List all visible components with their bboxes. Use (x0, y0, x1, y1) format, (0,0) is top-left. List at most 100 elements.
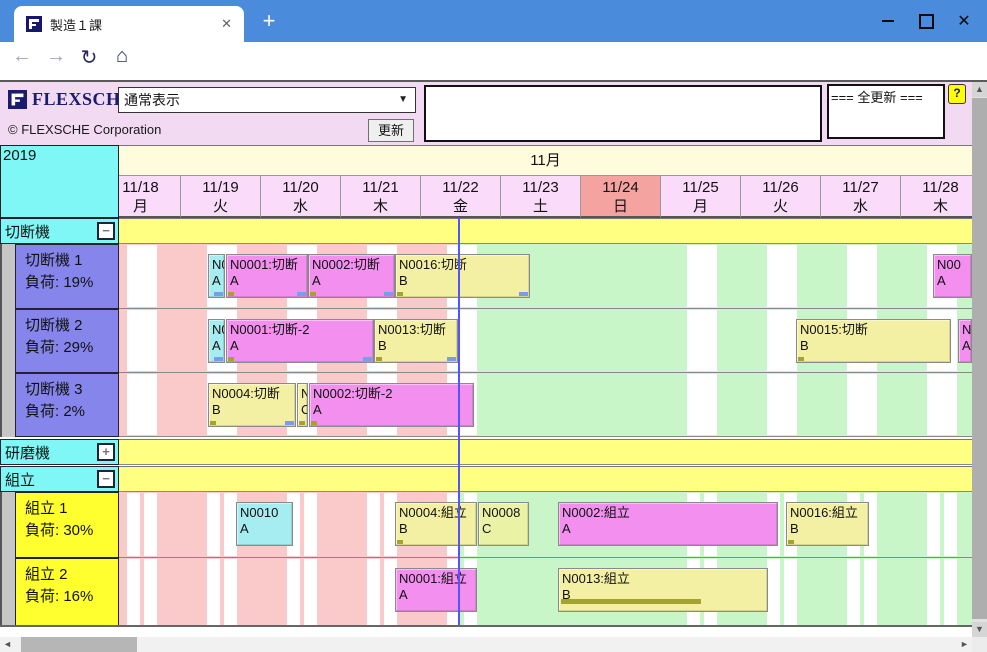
worktime-block (144, 493, 157, 556)
minimize-button[interactable] (869, 0, 907, 42)
full-update-option[interactable]: === 全更新 === (831, 90, 923, 105)
back-icon[interactable]: ← (10, 45, 34, 68)
worktime-block (767, 559, 780, 625)
gantt-bar[interactable]: N0001:組立A (395, 568, 477, 612)
gantt-bar[interactable]: NC (297, 383, 308, 427)
scroll-right-icon[interactable]: ► (957, 637, 972, 652)
bar-label-2: A (962, 338, 970, 354)
gantt-bar[interactable]: NA (958, 319, 972, 363)
help-button[interactable]: ? (948, 84, 966, 104)
gantt-bar[interactable]: N00A (933, 254, 972, 298)
day-header: 11/23土 (500, 176, 580, 218)
day-date: 11/25 (661, 178, 740, 197)
view-mode-value: 通常表示 (124, 92, 180, 108)
gantt-bar[interactable]: N0002:切断-2A (309, 383, 474, 427)
gantt-bar[interactable]: N0001:切断-2A (226, 319, 374, 363)
bar-label-2: B (399, 273, 528, 289)
gantt-bar[interactable]: N0016:組立B (786, 502, 869, 546)
vertical-scroll-thumb[interactable] (972, 98, 987, 619)
tab-close-icon[interactable]: ✕ (217, 14, 236, 34)
gantt-bar[interactable]: N0A (208, 254, 225, 298)
bar-label-2: A (312, 273, 393, 289)
resource-label: 切断機 2負荷: 29% (15, 309, 119, 373)
resource-label: 組立 2負荷: 16% (15, 558, 119, 627)
bar-label-2: A (240, 521, 291, 537)
bar-label-2: A (230, 338, 372, 354)
day-header: 11/21木 (340, 176, 420, 218)
bar-label-1: N0015:切断 (800, 322, 949, 338)
bar-anchor-tick (397, 540, 403, 544)
update-button[interactable]: 更新 (368, 119, 414, 142)
bar-label-1: N0013:組立 (562, 571, 766, 587)
update-list-panel[interactable]: === 全更新 === (827, 84, 945, 139)
maximize-icon (919, 14, 934, 29)
reload-icon[interactable]: ↻ (77, 45, 101, 70)
home-icon[interactable]: ⌂ (110, 45, 134, 68)
day-dow: 金 (421, 197, 500, 216)
expand-button[interactable]: + (97, 443, 115, 461)
gantt-bottom-border (0, 625, 972, 627)
horizontal-scrollbar[interactable]: ◄ ► (0, 637, 972, 652)
screen: 製造１課 ✕ + ✕ ← → ↻ ⌂ i ☆ FLEXSCHE (0, 0, 987, 652)
gantt-bar[interactable]: N0004:切断B (208, 383, 296, 427)
day-dow: 木 (341, 197, 420, 216)
collapse-button[interactable]: − (97, 222, 115, 240)
bar-anchor-tick (228, 292, 234, 296)
favicon (26, 16, 42, 32)
gantt-bar[interactable]: N0A (208, 319, 225, 363)
close-icon: ✕ (957, 11, 970, 31)
worktime-block (127, 493, 140, 556)
now-line (458, 218, 460, 627)
day-header: 11/28木 (900, 176, 972, 218)
vertical-scrollbar[interactable]: ▲ ▼ (972, 82, 987, 637)
bar-label-2: A (230, 273, 306, 289)
message-panel[interactable] (424, 85, 822, 142)
gantt-bar[interactable]: N0013:切断B (374, 319, 458, 363)
view-mode-select[interactable]: 通常表示 ▼ (118, 87, 416, 113)
maximize-button[interactable] (907, 0, 945, 42)
scroll-up-icon[interactable]: ▲ (972, 82, 987, 97)
worktime-block (687, 374, 717, 435)
bar-label-2: C (301, 402, 306, 418)
gantt-bar[interactable]: N0001:切断A (226, 254, 308, 298)
new-tab-button[interactable]: + (256, 8, 282, 34)
bar-label-2: A (212, 273, 223, 289)
bar-label-2: A (937, 273, 970, 289)
browser-titlebar: 製造１課 ✕ + ✕ (0, 0, 987, 42)
day-date: 11/22 (421, 178, 500, 197)
gantt-bar[interactable]: N0002:組立A (558, 502, 778, 546)
group-label-切断機: 切断機− (0, 218, 119, 244)
collapse-button[interactable]: − (97, 470, 115, 488)
resource-name: 切断機 2 (25, 315, 118, 337)
gantt-bar[interactable]: N0010A (236, 502, 293, 546)
gantt-bar[interactable]: N0004:組立B (395, 502, 477, 546)
day-date: 11/23 (501, 178, 580, 197)
browser-tab[interactable]: 製造１課 ✕ (14, 6, 244, 42)
bar-link-tick (285, 421, 294, 425)
close-button[interactable]: ✕ (945, 0, 983, 42)
day-dow: 水 (261, 197, 340, 216)
gantt-bar[interactable]: N0015:切断B (796, 319, 951, 363)
day-date: 11/20 (261, 178, 340, 197)
day-date: 11/27 (821, 178, 900, 197)
forward-icon[interactable]: → (44, 45, 68, 68)
bar-label-1: N0002:切断-2 (313, 386, 472, 402)
scroll-down-icon[interactable]: ▼ (972, 622, 987, 637)
gantt-bar[interactable]: N0002:切断A (308, 254, 395, 298)
day-dow: 月 (661, 197, 740, 216)
worktime-block (367, 493, 380, 556)
window-controls: ✕ (869, 0, 983, 42)
scroll-left-icon[interactable]: ◄ (0, 637, 15, 652)
day-header: 11/19火 (180, 176, 260, 218)
bar-label-1: N (301, 386, 306, 402)
gantt-bar[interactable]: N0013:組立B (558, 568, 768, 612)
day-date: 11/21 (341, 178, 420, 197)
gantt-bar[interactable]: N0008C (478, 502, 529, 546)
horizontal-scroll-thumb[interactable] (21, 637, 137, 652)
gantt-bar[interactable]: N0016:切断B (395, 254, 530, 298)
bar-label-2: C (482, 521, 527, 537)
bar-anchor-tick (210, 421, 216, 425)
worktime-block (847, 559, 860, 625)
chevron-down-icon: ▼ (398, 88, 408, 112)
bar-label-1: N0004:切断 (212, 386, 294, 402)
